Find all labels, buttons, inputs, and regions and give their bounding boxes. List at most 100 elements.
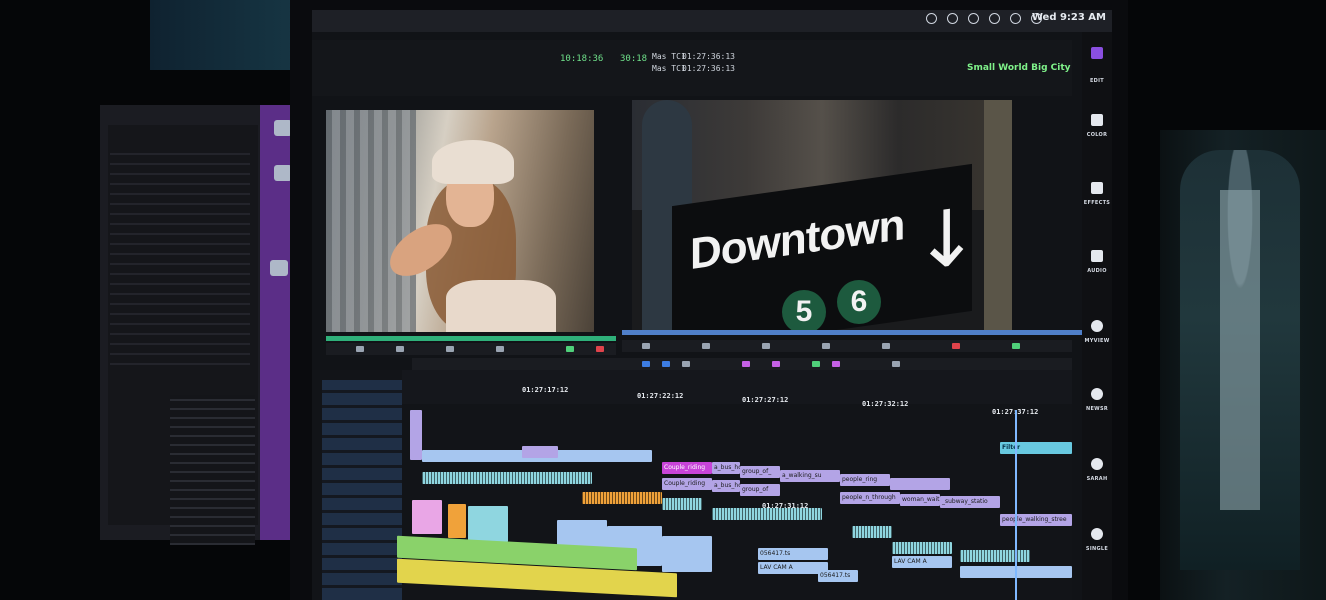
step-back-button[interactable] [702, 343, 710, 349]
list-tool-button[interactable] [682, 361, 690, 367]
circle-icon[interactable] [926, 13, 937, 24]
main-monitor: Wed 9:23 AM 10:18:36 30:18 Mas TC1 Mas T… [290, 0, 1128, 600]
rail-item-newsr[interactable]: NEWSR [1082, 388, 1112, 412]
audio-clip[interactable] [468, 506, 508, 542]
play-button[interactable] [822, 343, 830, 349]
wifi-icon[interactable] [968, 13, 979, 24]
rail-item-color[interactable]: COLOR [1082, 114, 1112, 138]
effect-tool-button[interactable] [742, 361, 750, 367]
timeline-clip[interactable] [890, 478, 950, 490]
rail-label: COLOR [1086, 132, 1108, 138]
menubar-clock[interactable]: Wed 9:23 AM [1032, 12, 1106, 23]
timeline-clip[interactable]: Couple_riding [662, 478, 712, 490]
drive-icon[interactable] [270, 260, 288, 276]
select-tool-button[interactable] [642, 361, 650, 367]
source-monitor[interactable] [326, 110, 594, 332]
mark-in-button[interactable] [882, 343, 890, 349]
timecode-strip: 10:18:36 30:18 Mas TC1 Mas TC1 01:27:36:… [312, 40, 1072, 96]
audio-clip[interactable] [422, 472, 592, 484]
timeline-clip[interactable]: a_bus_holding [712, 462, 740, 474]
bluetooth-icon[interactable] [989, 13, 1000, 24]
rail-item-sarah[interactable]: SARAH [1082, 458, 1112, 482]
left-monitor [100, 105, 305, 545]
rail-label: SINGLE [1085, 546, 1109, 552]
view-icon [1091, 458, 1103, 470]
puzzle-icon [1091, 47, 1103, 59]
timeline-clip[interactable]: people_walking_stree [1000, 514, 1072, 526]
source-position-bar[interactable] [326, 336, 616, 341]
view-icon [1091, 528, 1103, 540]
subway-badge: 5 [782, 290, 826, 332]
rail-item-effects[interactable]: EFFECTS [1082, 182, 1112, 206]
audio-clip[interactable] [662, 536, 712, 572]
frame-pillar [984, 100, 1012, 332]
mark-in-button[interactable] [356, 346, 364, 352]
track-headers[interactable] [322, 380, 402, 600]
rail-item-single[interactable]: SINGLE [1082, 528, 1112, 552]
rail-item-puzzle[interactable] [1082, 47, 1112, 59]
timeline-clip[interactable] [522, 446, 558, 458]
rail-label: MYVIEW [1084, 338, 1110, 344]
audio-tool-button[interactable] [812, 361, 820, 367]
playhead[interactable] [1015, 410, 1017, 600]
timeline-clip[interactable]: people_n_through [840, 492, 900, 504]
rail-item-edit[interactable]: EDIT [1082, 72, 1112, 84]
audio-clip[interactable] [662, 498, 702, 510]
rail-item-audio[interactable]: AUDIO [1082, 250, 1112, 274]
editor-window: Wed 9:23 AM 10:18:36 30:18 Mas TC1 Mas T… [312, 10, 1112, 600]
timeline-clip[interactable]: a_bus_holding [712, 480, 740, 492]
master-timecode: 01:27:36:13 [682, 52, 735, 61]
rail-item-myview[interactable]: MYVIEW [1082, 320, 1112, 344]
mark-out-button[interactable] [762, 343, 770, 349]
timecode-label: Mas TC1 [652, 52, 686, 61]
splice-button[interactable] [566, 346, 574, 352]
audio-clip[interactable]: LAV CAM A [892, 556, 952, 568]
timeline-clip[interactable]: group_of [740, 484, 780, 496]
system-tray [926, 13, 1042, 24]
timeline-clip[interactable]: woman_waitin [900, 494, 940, 506]
effect-tool-button[interactable] [772, 361, 780, 367]
timeline-clip[interactable] [410, 410, 422, 460]
timeline-clip[interactable]: a_walking_su [780, 470, 840, 482]
menu-bar: Wed 9:23 AM [312, 10, 1112, 32]
timeline-toolbar [412, 358, 1072, 370]
record-button[interactable] [952, 343, 960, 349]
play-button[interactable] [446, 346, 454, 352]
audio-clip[interactable] [582, 492, 662, 504]
segment-tool-button[interactable] [662, 361, 670, 367]
upload-icon[interactable] [947, 13, 958, 24]
timeline-clip[interactable]: Filter [1000, 442, 1072, 454]
timeline-clip[interactable]: _subway_statio [940, 496, 1000, 508]
audio-clip[interactable]: 056417.ts [818, 570, 858, 582]
step-button[interactable] [496, 346, 504, 352]
timeline-ruler[interactable]: 01:27:17:12 01:27:22:12 01:27:27:12 01:2… [402, 370, 1072, 416]
overwrite-button[interactable] [596, 346, 604, 352]
effect-tool-button[interactable] [832, 361, 840, 367]
ruler-timecode: 01:27:27:12 [742, 396, 789, 404]
frame-hat [432, 140, 514, 184]
record-position-bar[interactable] [622, 330, 1082, 335]
rail-label: NEWSR [1085, 406, 1109, 412]
ruler-timecode: 01:27:17:12 [522, 386, 569, 394]
rewind-button[interactable] [642, 343, 650, 349]
source-timecode: 10:18:36 [560, 54, 604, 64]
mark-out-button[interactable] [396, 346, 404, 352]
audio-clip[interactable] [892, 542, 952, 554]
audio-clip[interactable] [412, 500, 442, 534]
audio-clip[interactable] [960, 550, 1030, 562]
timeline-clip[interactable]: group_of_ [740, 466, 780, 478]
bin-list-secondary [170, 395, 255, 545]
refresh-button[interactable] [892, 361, 900, 367]
audio-clip[interactable]: 056417.ts [758, 548, 828, 560]
timeline-clip[interactable]: people_ring [840, 474, 890, 486]
ruler-timecode: 01:27:32:12 [862, 400, 909, 408]
record-monitor[interactable]: Downtown ↓ 5 6 [632, 100, 1012, 332]
battery-icon[interactable] [1010, 13, 1021, 24]
audio-clip[interactable] [448, 504, 466, 538]
timeline[interactable]: 01:27:17:12 01:27:22:12 01:27:27:12 01:2… [312, 370, 1072, 600]
audio-clip[interactable] [852, 526, 892, 538]
frame-building [326, 110, 416, 332]
trim-button[interactable] [1012, 343, 1020, 349]
workspace-rail: EDIT COLOR EFFECTS AUDIO MYVIEW NEWSR SA… [1082, 32, 1112, 600]
timeline-clip[interactable]: Couple_riding [662, 462, 712, 474]
